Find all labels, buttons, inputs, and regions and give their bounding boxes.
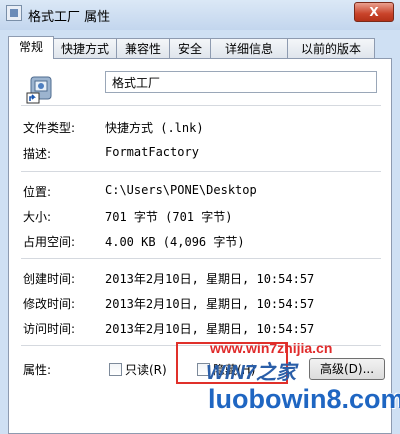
advanced-button[interactable]: 高级(D)... xyxy=(309,358,385,380)
tab-details[interactable]: 详细信息 xyxy=(210,38,288,58)
format-factory-icon xyxy=(26,76,52,104)
divider xyxy=(21,171,381,172)
size-on-disk-label: 占用空间: xyxy=(23,235,76,249)
file-type-value: 快捷方式 (.lnk) xyxy=(105,121,204,135)
divider xyxy=(21,105,381,106)
window-title: 格式工厂 属性 xyxy=(28,10,111,25)
size-value: 701 字节 (701 字节) xyxy=(105,210,233,224)
close-button[interactable]: X xyxy=(354,2,394,22)
checkbox-box[interactable] xyxy=(109,362,122,376)
accessed-value: 2013年2月10日, 星期日, 10:54:57 xyxy=(105,322,315,336)
watermark-url: www.win7zhijia.cn xyxy=(210,340,333,356)
title-bar[interactable]: 格式工厂 属性 X xyxy=(0,0,400,30)
description-value: FormatFactory xyxy=(105,145,199,159)
file-name-input[interactable]: 格式工厂 xyxy=(105,71,377,93)
modified-label: 修改时间: xyxy=(23,297,76,311)
tab-security[interactable]: 安全 xyxy=(169,38,211,58)
created-value: 2013年2月10日, 星期日, 10:54:57 xyxy=(105,272,315,286)
file-type-label: 文件类型: xyxy=(23,121,76,135)
tab-compatibility[interactable]: 兼容性 xyxy=(116,38,170,58)
shortcut-icon xyxy=(6,5,22,21)
modified-value: 2013年2月10日, 星期日, 10:54:57 xyxy=(105,297,315,311)
attributes-label: 属性: xyxy=(23,363,52,377)
size-label: 大小: xyxy=(23,210,52,224)
tab-previous-versions[interactable]: 以前的版本 xyxy=(287,38,375,58)
description-label: 描述: xyxy=(23,147,52,161)
tab-shortcut[interactable]: 快捷方式 xyxy=(53,38,117,58)
accessed-label: 访问时间: xyxy=(23,322,76,336)
divider xyxy=(21,258,381,259)
watermark-site: luobowin8.com xyxy=(208,384,400,414)
location-label: 位置: xyxy=(23,185,52,199)
readonly-label: 只读(R) xyxy=(125,362,167,377)
size-on-disk-value: 4.00 KB (4,096 字节) xyxy=(105,235,245,249)
created-label: 创建时间: xyxy=(23,272,76,286)
watermark-logo: WIN7之家 xyxy=(206,362,296,384)
location-value: C:\Users\PONE\Desktop xyxy=(105,183,257,197)
tab-general[interactable]: 常规 xyxy=(8,36,54,59)
readonly-checkbox[interactable]: 只读(R) xyxy=(109,361,167,377)
